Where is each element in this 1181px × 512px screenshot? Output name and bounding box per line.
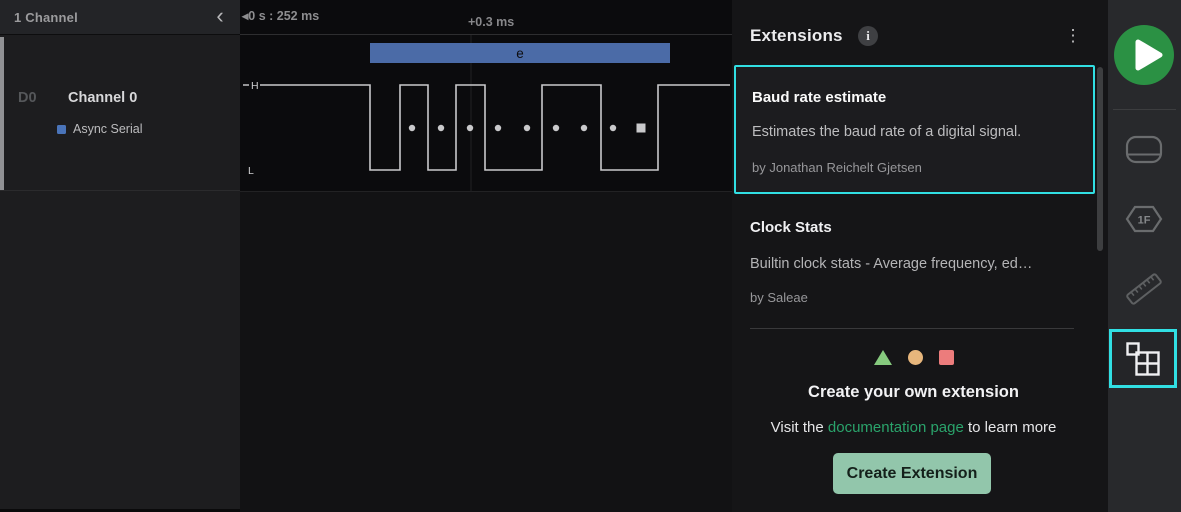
channel-index-label: D0 [18,90,37,106]
extensions-panel: Extensions i ⋮ Baud rate estimate Estima… [732,0,1108,512]
capture-canvas[interactable]: ◂0 s : 252 ms +0.3 ms e H L [240,0,732,512]
logic-analyzer-app: 1 Channel ‹ D0 Channel 0 Async Serial ◂0… [0,0,1181,512]
ruler-measure-icon[interactable] [1124,269,1164,309]
kebab-menu-icon[interactable]: ⋮ [1064,24,1082,48]
decorative-shapes [732,349,1095,365]
hexagon-label: 1F [1138,215,1151,227]
extension-title: Baud rate estimate [752,89,887,106]
extensions-icon [1126,341,1160,376]
info-icon[interactable]: i [858,26,878,46]
visit-suffix: to learn more [963,419,1057,436]
decoded-byte-label: e [516,46,524,61]
circle-shape [907,349,923,365]
timeline-range-label: ◂0 s : 252 ms [242,9,320,23]
channel-waveform[interactable]: e H L [240,35,732,192]
trigger-hex-icon[interactable]: 1F [1125,205,1163,233]
documentation-hint: Visit the documentation page to learn mo… [732,419,1095,436]
waveform-svg: e H L [243,35,730,192]
extension-description: Builtin clock stats - Average frequency,… [750,256,1033,272]
play-capture-button[interactable] [1114,25,1174,85]
divider [1113,109,1176,110]
analyzer-item[interactable]: Async Serial [57,122,142,136]
extension-author: by Jonathan Reichelt Gjetsen [752,160,922,175]
panel-title: Extensions [750,26,843,45]
channels-header: 1 Channel ‹ [0,0,240,35]
analyzer-name-label: Async Serial [73,122,143,136]
create-extension-button[interactable]: Create Extension [833,453,991,494]
extension-author: by Saleae [750,290,808,305]
high-level-label: H [251,80,259,92]
device-icon[interactable] [1124,135,1164,165]
create-extension-heading: Create your own extension [808,383,1019,401]
visit-prefix: Visit the [770,419,828,436]
documentation-link[interactable]: documentation page [828,419,964,436]
channel-name-label: Channel 0 [68,90,138,106]
divider [750,328,1074,329]
collapse-sidebar-icon[interactable]: ‹ [208,3,232,31]
triangle-shape [873,349,892,365]
right-toolbar: 1F [1108,0,1181,512]
low-level-label: L [248,165,254,177]
play-icon [1135,39,1163,71]
extension-card-baud-rate[interactable]: Baud rate estimate Estimates the baud ra… [734,65,1095,194]
timeline-ruler[interactable]: ◂0 s : 252 ms +0.3 ms [240,0,732,35]
stop-bit-marker [636,123,646,133]
extensions-tab-active[interactable] [1109,329,1177,388]
panel-scrollbar[interactable] [1097,67,1103,251]
extension-title: Clock Stats [750,219,832,236]
channels-sidebar: 1 Channel ‹ D0 Channel 0 Async Serial [0,0,240,509]
timeline-offset-label: +0.3 ms [468,15,515,29]
extension-card-clock-stats[interactable]: Clock Stats Builtin clock stats - Averag… [732,206,1095,318]
channel-count-label: 1 Channel [14,10,78,25]
sample-point-markers [408,123,646,133]
extension-description: Estimates the baud rate of a digital sig… [752,124,1022,140]
analyzer-color-swatch [57,124,66,134]
channel-row[interactable]: D0 Channel 0 Async Serial [0,37,240,191]
square-shape [938,349,954,365]
